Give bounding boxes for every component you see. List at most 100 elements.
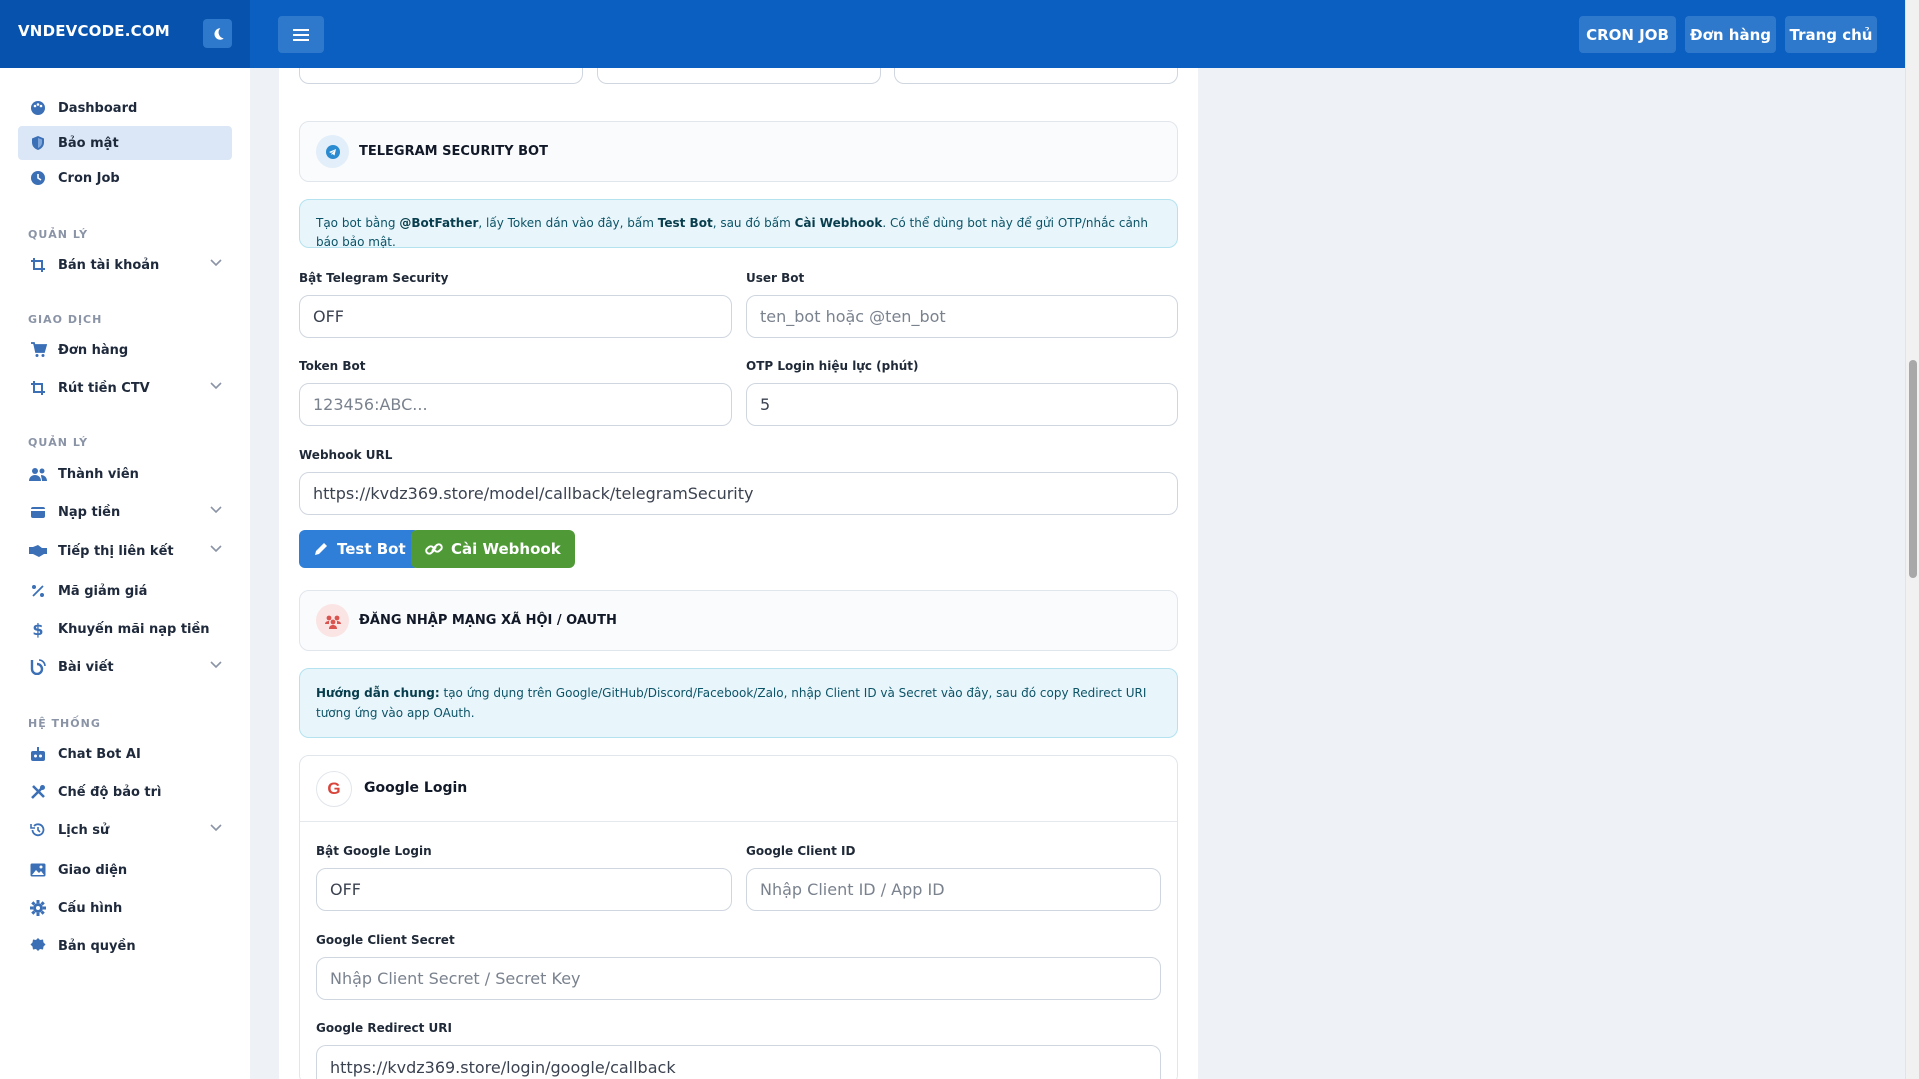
google-icon: G bbox=[316, 771, 352, 807]
sidebar-item-appearance[interactable]: Giao diện bbox=[18, 853, 232, 887]
sidebar-section-title: QUẢN LÝ bbox=[28, 228, 89, 241]
sidebar-item-label: Bản quyền bbox=[58, 938, 136, 954]
chevron-down-icon bbox=[210, 259, 222, 267]
sidebar-item-label: Cron Job bbox=[58, 170, 120, 186]
telegram-icon bbox=[316, 135, 349, 168]
google-redirect-uri-label: Google Redirect URI bbox=[316, 1021, 452, 1035]
user-bot-input[interactable]: ten_bot hoặc @ten_bot bbox=[746, 295, 1178, 338]
sidebar-item-chatbot-ai[interactable]: Chat Bot AI bbox=[18, 737, 232, 771]
google-login-title: Google Login bbox=[364, 780, 468, 796]
section-title: TELEGRAM SECURITY BOT bbox=[359, 144, 548, 159]
telegram-enable-select[interactable]: OFF bbox=[299, 295, 732, 338]
sidebar-item-affiliate[interactable]: Tiếp thị liên kết bbox=[18, 534, 232, 568]
oauth-info-alert: Hướng dẫn chung: tạo ứng dụng trên Googl… bbox=[299, 668, 1178, 738]
cart-icon bbox=[28, 340, 48, 360]
sidebar-item-orders[interactable]: Đơn hàng bbox=[18, 333, 232, 367]
sidebar-item-label: Tiếp thị liên kết bbox=[58, 543, 174, 559]
sidebar-section-title: GIAO DỊCH bbox=[28, 313, 103, 326]
sidebar-item-posts[interactable]: Bài viết bbox=[18, 650, 232, 684]
scrolled-input[interactable] bbox=[894, 68, 1178, 84]
sidebar-item-label: Mã giảm giá bbox=[58, 583, 148, 599]
wallet-icon bbox=[28, 502, 48, 522]
gear-icon bbox=[28, 898, 48, 918]
chevron-down-icon bbox=[210, 545, 222, 553]
shield-icon bbox=[28, 133, 48, 153]
sidebar-item-label: Bài viết bbox=[58, 659, 114, 675]
otp-validity-label: OTP Login hiệu lực (phút) bbox=[746, 359, 919, 373]
google-redirect-uri-input[interactable]: https://kvdz369.store/login/google/callb… bbox=[316, 1045, 1161, 1079]
dollar-icon: $ bbox=[32, 619, 44, 639]
chevron-down-icon bbox=[210, 382, 222, 390]
google-client-secret-label: Google Client Secret bbox=[316, 933, 455, 947]
oauth-section-header: ĐĂNG NHẬP MẠNG XÃ HỘI / OAUTH bbox=[299, 590, 1178, 651]
sidebar-section-title: QUẢN LÝ bbox=[28, 436, 89, 449]
sidebar-item-label: Chat Bot AI bbox=[58, 746, 141, 762]
chevron-down-icon bbox=[210, 506, 222, 514]
google-client-id-input[interactable]: Nhập Client ID / App ID bbox=[746, 868, 1161, 911]
sidebar-item-license[interactable]: Bản quyền bbox=[18, 929, 232, 963]
scrolled-input[interactable] bbox=[299, 68, 583, 84]
hamburger-icon bbox=[293, 28, 309, 41]
token-bot-input[interactable]: 123456:ABC... bbox=[299, 383, 732, 426]
telegram-section-header: TELEGRAM SECURITY BOT bbox=[299, 121, 1178, 182]
sidebar-item-label: Lịch sử bbox=[58, 822, 110, 838]
sidebar-item-sell-accounts[interactable]: Bán tài khoản bbox=[18, 248, 232, 282]
top-navbar: VNDEVCODE.COM CRON JOB Đơn hàng Trang ch… bbox=[0, 0, 1905, 68]
section-title: ĐĂNG NHẬP MẠNG XÃ HỘI / OAUTH bbox=[359, 613, 617, 628]
telegram-info-alert: Tạo bot bằng @BotFather, lấy Token dán v… bbox=[299, 199, 1178, 249]
sidebar-item-dashboard[interactable]: Dashboard bbox=[18, 91, 232, 125]
users-icon bbox=[28, 464, 48, 484]
webhook-url-input[interactable]: https://kvdz369.store/model/callback/tel… bbox=[299, 472, 1178, 515]
crop-icon bbox=[28, 255, 48, 275]
sidebar-item-discount-codes[interactable]: Mã giảm giá bbox=[18, 574, 232, 608]
telegram-enable-label: Bật Telegram Security bbox=[299, 271, 449, 285]
sidebar-item-label: Bán tài khoản bbox=[58, 257, 160, 273]
scrollbar-thumb[interactable] bbox=[1909, 360, 1917, 578]
set-webhook-button[interactable]: Cài Webhook bbox=[411, 530, 575, 568]
robot-icon bbox=[28, 744, 48, 764]
sidebar-item-label: Bảo mật bbox=[58, 135, 119, 151]
sidebar-item-label: Rút tiền CTV bbox=[58, 380, 150, 396]
percent-icon bbox=[28, 581, 48, 601]
google-login-header: G Google Login bbox=[300, 756, 1177, 822]
sidebar-item-maintenance[interactable]: Chế độ bảo trì bbox=[18, 775, 232, 809]
sidebar-item-security[interactable]: Bảo mật bbox=[18, 126, 232, 160]
brand-logo-text[interactable]: VNDEVCODE.COM bbox=[18, 22, 170, 40]
user-bot-label: User Bot bbox=[746, 271, 805, 285]
google-enable-label: Bật Google Login bbox=[316, 844, 432, 858]
google-client-secret-input[interactable]: Nhập Client Secret / Secret Key bbox=[316, 957, 1161, 1000]
sidebar-item-label: Khuyến mãi nạp tiền bbox=[58, 621, 210, 637]
orders-button[interactable]: Đơn hàng bbox=[1685, 16, 1776, 53]
sidebar: Dashboard Bảo mật Cron Job QUẢN LÝ Bán t… bbox=[0, 68, 250, 1079]
page-scrollbar[interactable] bbox=[1905, 0, 1919, 1079]
sidebar-item-label: Thành viên bbox=[58, 466, 139, 482]
moon-icon bbox=[213, 27, 224, 40]
scrolled-input[interactable] bbox=[597, 68, 881, 84]
brand-area: VNDEVCODE.COM bbox=[0, 0, 250, 68]
sidebar-item-deposit[interactable]: Nạp tiền bbox=[18, 495, 232, 529]
test-bot-button[interactable]: Test Bot bbox=[299, 530, 420, 568]
sidebar-section-title: HỆ THỐNG bbox=[28, 717, 101, 730]
sidebar-item-label: Cấu hình bbox=[58, 900, 123, 916]
home-button[interactable]: Trang chủ bbox=[1785, 16, 1877, 53]
token-bot-label: Token Bot bbox=[299, 359, 366, 373]
sidebar-item-label: Đơn hàng bbox=[58, 342, 129, 358]
google-enable-select[interactable]: OFF bbox=[316, 868, 732, 911]
cron-job-button[interactable]: CRON JOB bbox=[1579, 16, 1676, 53]
sidebar-item-settings[interactable]: Cấu hình bbox=[18, 891, 232, 925]
sidebar-toggle-button[interactable] bbox=[278, 16, 324, 53]
google-client-id-label: Google Client ID bbox=[746, 844, 856, 858]
sidebar-item-label: Chế độ bảo trì bbox=[58, 784, 162, 800]
palette-icon bbox=[28, 98, 48, 118]
image-icon bbox=[28, 860, 48, 880]
dark-mode-toggle[interactable] bbox=[203, 19, 232, 48]
history-icon bbox=[28, 820, 48, 840]
sidebar-item-history[interactable]: Lịch sử bbox=[18, 813, 232, 847]
sidebar-item-members[interactable]: Thành viên bbox=[18, 457, 232, 491]
otp-validity-input[interactable]: 5 bbox=[746, 383, 1178, 426]
sidebar-item-cron-job[interactable]: Cron Job bbox=[18, 161, 232, 195]
users-icon bbox=[316, 604, 349, 637]
crop-icon bbox=[28, 378, 48, 398]
sidebar-item-withdraw-ctv[interactable]: Rút tiền CTV bbox=[18, 371, 232, 405]
sidebar-item-deposit-promotion[interactable]: $ Khuyến mãi nạp tiền bbox=[18, 612, 232, 646]
